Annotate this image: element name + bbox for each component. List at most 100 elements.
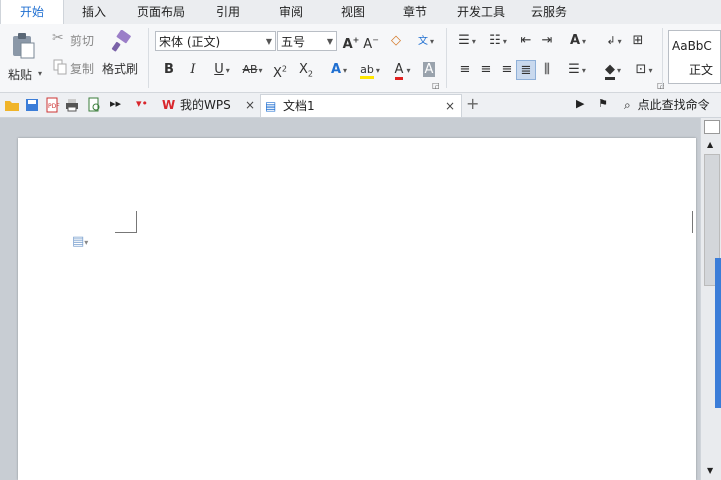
copy-icon	[53, 59, 67, 75]
table-grid-icon: ⊞	[632, 33, 644, 48]
close-icon[interactable]: ×	[445, 95, 455, 117]
paste-dropdown-arrow[interactable]: ▾	[38, 69, 42, 78]
ribbon-toolbar: 粘贴 ▾ ✂ 剪切 复制 格式刷 宋体 (正文) ▼ 五号 ▼ A+ A− ◇ …	[0, 24, 721, 93]
clear-format-button[interactable]: ◇	[386, 31, 406, 51]
highlighter-icon: ab	[360, 63, 374, 79]
chevron-down-icon: ▼	[265, 37, 272, 46]
shading-icon: A	[422, 62, 436, 77]
sort-icon: ↲	[606, 34, 616, 47]
increase-indent-button[interactable]: ⇥	[537, 31, 557, 51]
bold-button[interactable]: B	[159, 60, 179, 80]
align-left-button[interactable]: ≡	[455, 60, 475, 80]
paintbrush-icon	[111, 30, 131, 52]
new-tab-plus-icon[interactable]: +	[466, 94, 479, 113]
divider	[446, 28, 447, 88]
tab-developer[interactable]: 开发工具	[446, 0, 516, 24]
flag-icon[interactable]: ⚑	[598, 97, 608, 110]
tab-insert[interactable]: 插入	[62, 0, 126, 24]
divider	[662, 28, 663, 88]
indent-icon: ⇥	[541, 33, 553, 48]
scroll-down-arrow-icon[interactable]: ▼	[707, 466, 713, 475]
align-center-button[interactable]: ≡	[476, 60, 496, 80]
format-painter-button[interactable]: 格式刷	[102, 30, 142, 88]
more-commands-icon[interactable]: ▸▸	[110, 97, 121, 110]
align-right-button[interactable]: ≡	[497, 60, 517, 80]
tab-cloud-service[interactable]: 云服务	[516, 0, 582, 24]
search-icon: ⌕	[624, 98, 631, 112]
numbered-list-icon: ☷	[489, 33, 501, 48]
bullet-list-button[interactable]: ☰ ▾	[452, 31, 480, 51]
line-spacing-button[interactable]: ☰ ▾	[562, 60, 590, 80]
style-gallery-item[interactable]: AaBbC 正文	[668, 30, 721, 84]
paste-button[interactable]: 粘贴 ▾	[8, 30, 42, 88]
highlight-color-button[interactable]: ab ▾	[354, 60, 384, 80]
margin-mark	[115, 232, 137, 233]
font-size-select[interactable]: 五号 ▼	[277, 31, 337, 51]
tab-references[interactable]: 引用	[196, 0, 260, 24]
paragraph-dialog-launcher-icon[interactable]: ◲	[657, 81, 665, 90]
subscript-icon: X2	[299, 62, 313, 79]
superscript-icon: X2	[273, 65, 287, 82]
borders-button[interactable]: ⊞	[628, 31, 648, 51]
tab-page-layout[interactable]: 页面布局	[126, 0, 196, 24]
text-effect-button[interactable]: A ▾	[325, 60, 351, 80]
tab-home[interactable]: 开始	[0, 0, 64, 25]
italic-button[interactable]: I	[183, 60, 203, 80]
subscript-button[interactable]: X2	[296, 60, 316, 80]
side-panel-handle[interactable]	[715, 258, 721, 408]
distribute-icon: ⫼	[544, 62, 550, 77]
border-style-button[interactable]: ⊡ ▾	[630, 60, 656, 80]
decrease-indent-button[interactable]: ⇤	[516, 31, 536, 51]
scroll-up-arrow-icon[interactable]: ▲	[707, 140, 713, 149]
justify-icon: ≣	[520, 63, 532, 78]
tab-my-wps[interactable]: W 我的WPS ×	[158, 94, 258, 116]
tab-document-1[interactable]: ▤ 文档1 ×	[260, 94, 462, 117]
align-right-icon: ≡	[501, 62, 513, 77]
justify-button[interactable]: ≣	[516, 60, 536, 80]
cut-button[interactable]: ✂ 剪切	[50, 30, 100, 50]
command-search[interactable]: ⌕ 点此查找命令	[624, 94, 721, 116]
font-color-icon: A	[394, 62, 404, 80]
phonetic-icon: 文	[417, 36, 428, 47]
tab-view[interactable]: 视图	[322, 0, 384, 24]
shrink-font-icon: A−	[363, 36, 379, 53]
tab-section[interactable]: 章节	[384, 0, 446, 24]
customize-toolbar-icon[interactable]: ▾•	[136, 97, 148, 110]
text-direction-button[interactable]: A ▾	[562, 31, 592, 51]
align-left-icon: ≡	[459, 62, 471, 77]
outdent-icon: ⇤	[520, 33, 532, 48]
numbered-list-button[interactable]: ☷ ▾	[483, 31, 511, 51]
shrink-font-button[interactable]: A−	[361, 31, 381, 53]
status-icon[interactable]: ▶	[576, 97, 584, 110]
copy-button[interactable]: 复制	[50, 58, 100, 78]
font-name-select[interactable]: 宋体 (正文) ▼	[155, 31, 276, 51]
strikethrough-button[interactable]: AB▾	[238, 60, 266, 80]
close-icon[interactable]: ×	[245, 94, 255, 116]
menu-bar: 开始 插入 页面布局 引用 审阅 视图 章节 开发工具 云服务	[0, 0, 721, 25]
tab-review[interactable]: 审阅	[260, 0, 322, 24]
paragraph-shading-button[interactable]: ◆ ▾	[598, 60, 626, 80]
export-pdf-icon[interactable]: PDF	[44, 97, 60, 113]
paragraph-options-icon[interactable]: ▤▾	[72, 234, 88, 249]
split-view-icon[interactable]	[704, 120, 720, 134]
underline-button[interactable]: U ▾	[207, 60, 235, 80]
font-dialog-launcher-icon[interactable]: ◲	[432, 81, 440, 90]
distribute-button[interactable]: ⫼	[537, 60, 557, 80]
character-shading-button[interactable]: A	[419, 60, 439, 80]
print-icon[interactable]	[64, 97, 80, 113]
superscript-button[interactable]: X2	[270, 60, 290, 82]
phonetic-guide-button[interactable]: 文 ▾	[412, 31, 438, 51]
scissors-icon: ✂	[52, 30, 64, 46]
print-preview-icon[interactable]	[86, 97, 102, 113]
align-center-icon: ≡	[480, 62, 492, 77]
vertical-scrollbar[interactable]: ▲ ▼	[700, 118, 721, 480]
folder-open-icon[interactable]	[4, 97, 20, 113]
document-icon: ▤	[265, 99, 277, 113]
document-page[interactable]: ▤▾	[18, 138, 696, 480]
sort-button[interactable]: ↲ ▾	[600, 31, 626, 51]
grow-font-icon: A+	[342, 36, 360, 53]
font-color-button[interactable]: A ▾	[387, 60, 415, 80]
grow-font-button[interactable]: A+	[341, 31, 361, 53]
clipboard-icon	[13, 33, 35, 59]
save-icon[interactable]	[24, 97, 40, 113]
